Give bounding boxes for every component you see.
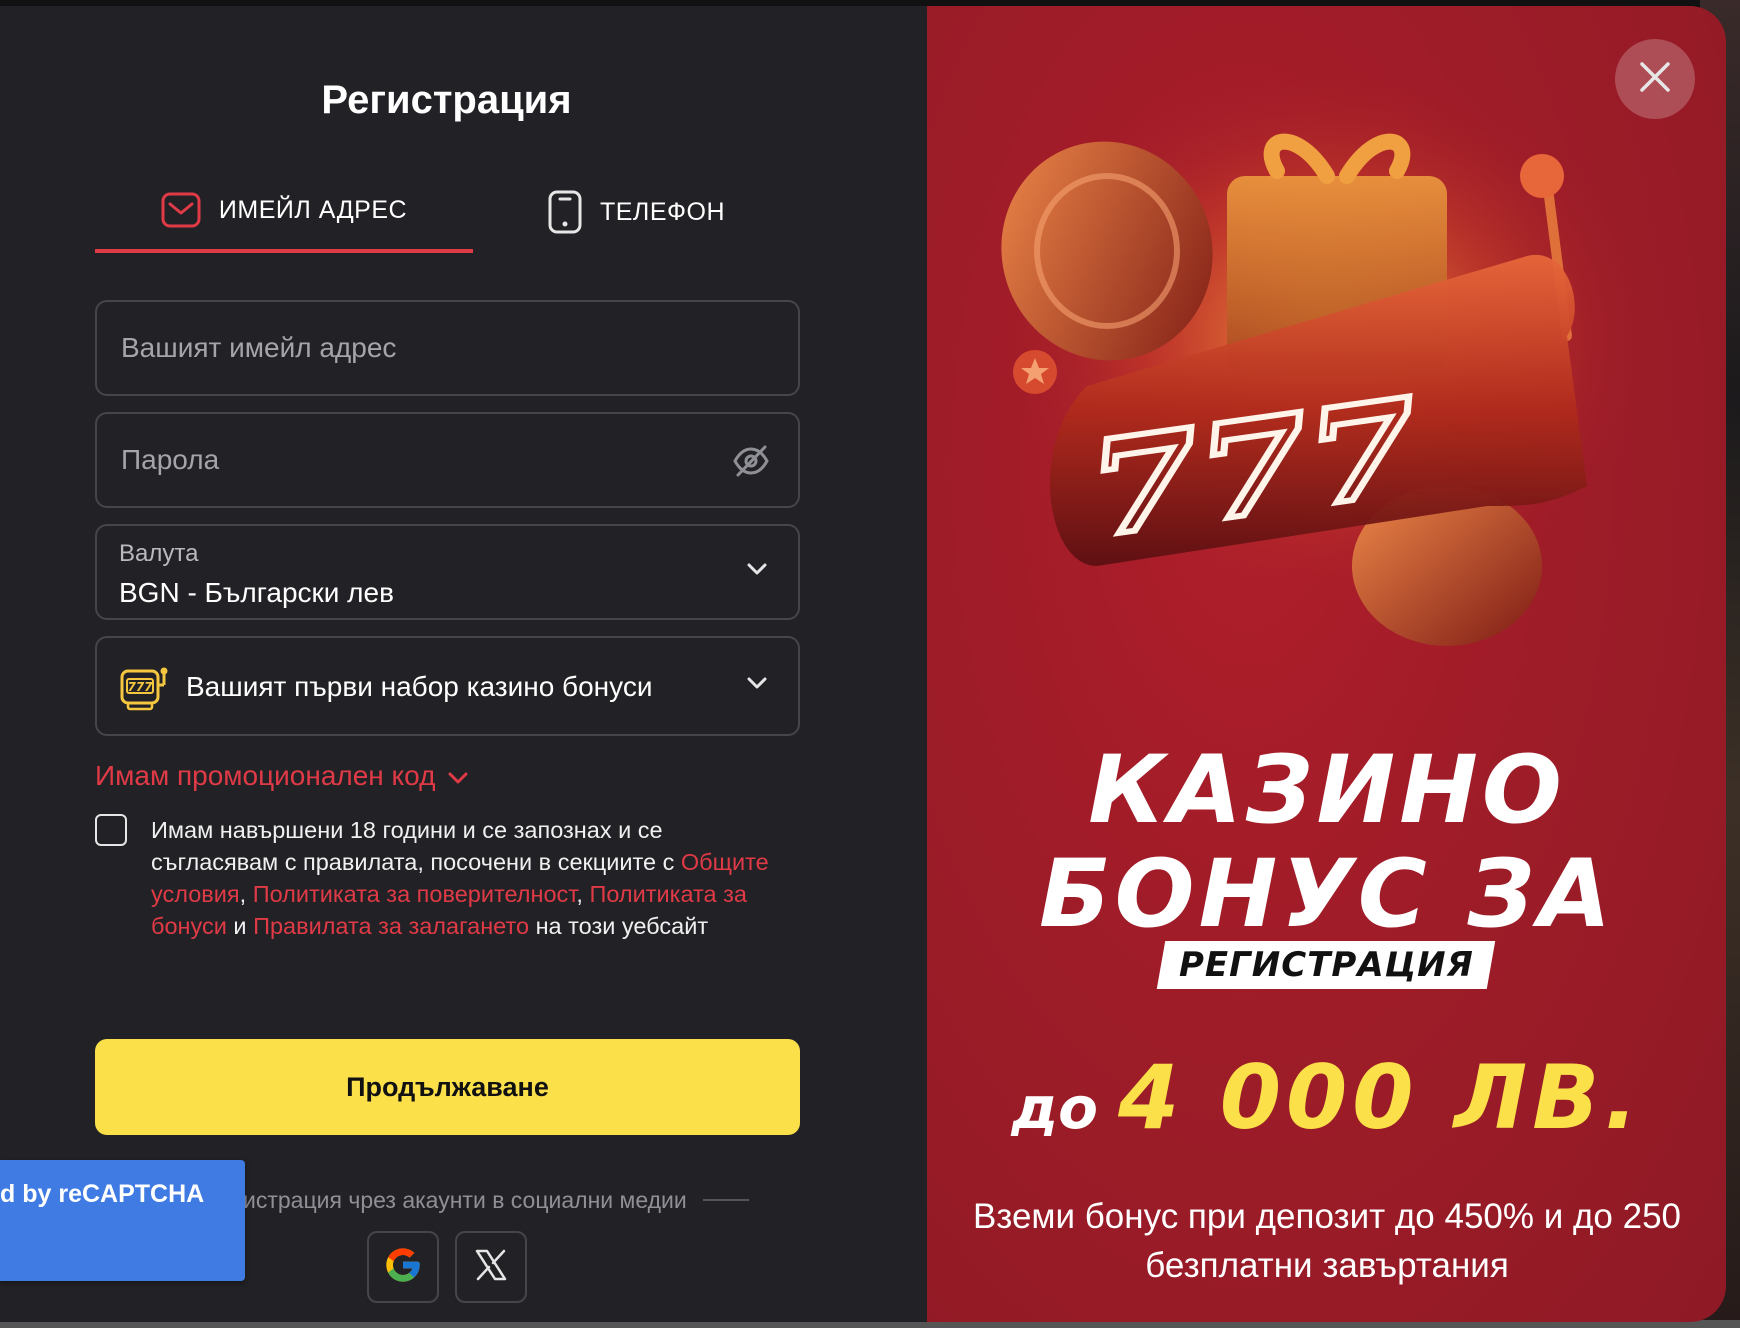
- terms-link-betting[interactable]: Правилата за залагането: [253, 913, 529, 939]
- google-icon: [383, 1245, 423, 1290]
- promo-subtext: Вземи бонус при депозит до 450% и до 250…: [972, 1197, 1682, 1285]
- registration-badge: РЕГИСТРАЦИЯ: [1156, 941, 1496, 989]
- envelope-icon: [161, 192, 201, 228]
- promo-headline-2: БОНУС ЗА: [1039, 840, 1615, 949]
- close-icon: [1638, 60, 1672, 99]
- tab-email-label: ИМЕЙЛ АДРЕС: [218, 195, 408, 224]
- promo-amount: до 4 000 ЛВ.: [927, 1046, 1726, 1149]
- bonus-label: Вашият първи набор казино бонуси: [186, 671, 653, 702]
- page-title: Регистрация: [321, 78, 572, 122]
- registration-form-panel: Регистрация ИМЕЙЛ АДРЕС ТЕЛЕФОН Вашият и…: [0, 6, 927, 1322]
- password-field: [95, 412, 800, 508]
- x-icon: [473, 1247, 509, 1288]
- svg-text:777: 777: [127, 680, 153, 694]
- continue-button[interactable]: Продължаване: [95, 1039, 800, 1135]
- x-login-button[interactable]: [455, 1231, 527, 1303]
- slot-machine-gift-coins-art: 777: [997, 66, 1657, 646]
- currency-value: BGN - Български лев: [119, 577, 394, 608]
- tab-email[interactable]: ИМЕЙЛ АДРЕС: [95, 171, 473, 253]
- amount-prefix: до: [1011, 1074, 1098, 1142]
- currency-label: Валута: [119, 540, 199, 567]
- tab-phone[interactable]: ТЕЛЕФОН: [473, 171, 800, 253]
- promo-code-toggle[interactable]: Имам промоционален код: [95, 760, 469, 792]
- terms-text: Имам навършени 18 години и се запознах и…: [151, 817, 769, 939]
- registration-modal: Регистрация ИМЕЙЛ АДРЕС ТЕЛЕФОН Вашият и…: [0, 6, 1726, 1322]
- currency-select[interactable]: Валута BGN - Български лев: [95, 524, 800, 620]
- terms-link-privacy[interactable]: Политиката за поверителност: [253, 881, 577, 907]
- chevron-down-icon: [746, 676, 768, 695]
- registration-tabs: ИМЕЙЛ АДРЕС ТЕЛЕФОН: [95, 171, 800, 253]
- promo-panel: 777 КАЗИНО БОНУС ЗА РЕГИСТРАЦИЯ до 4 000 …: [927, 6, 1726, 1322]
- divider-line: [702, 1199, 749, 1201]
- email-input[interactable]: [97, 302, 798, 394]
- email-field: [95, 300, 800, 396]
- amount-value: 4 000 ЛВ.: [1117, 1046, 1643, 1149]
- registration-badge-text: РЕГИСТРАЦИЯ: [1178, 945, 1474, 985]
- password-input[interactable]: [97, 414, 798, 506]
- close-button[interactable]: [1615, 39, 1695, 119]
- promo-code-label: Имам промоционален код: [95, 760, 436, 791]
- recaptcha-badge[interactable]: d by reCAPTCHA: [0, 1160, 245, 1281]
- chevron-down-icon: [746, 562, 768, 581]
- bonus-select[interactable]: 777 Вашият първи набор казино бонуси: [95, 636, 800, 736]
- promo-headline-1: КАЗИНО: [1088, 736, 1566, 845]
- social-text: истрация чрез акаунти в социални медии: [243, 1186, 687, 1213]
- phone-icon: [548, 190, 582, 234]
- slot-machine-icon: 777: [119, 665, 169, 716]
- tab-phone-label: ТЕЛЕФОН: [599, 197, 726, 226]
- chevron-down-icon: [447, 760, 469, 792]
- eye-off-icon[interactable]: [732, 444, 770, 483]
- terms-checkbox[interactable]: [95, 814, 127, 846]
- google-login-button[interactable]: [367, 1231, 439, 1303]
